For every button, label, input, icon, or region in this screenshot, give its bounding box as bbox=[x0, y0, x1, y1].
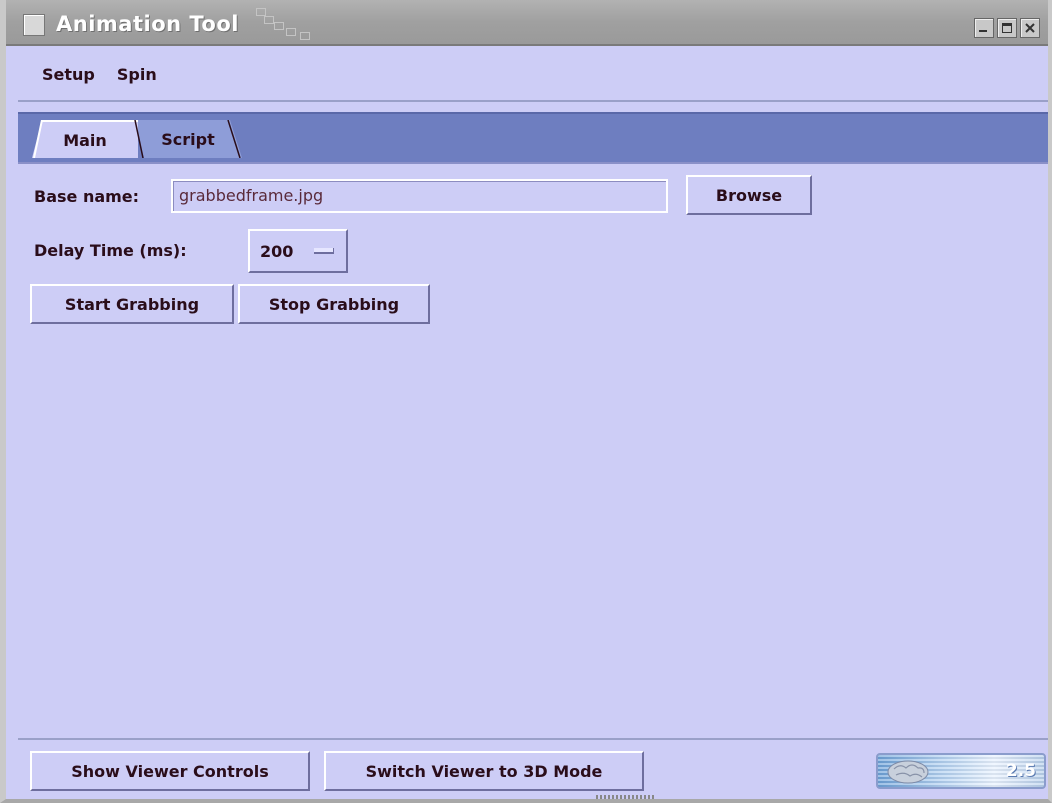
version-text: 2.5 bbox=[1005, 761, 1036, 781]
window-menu-icon[interactable] bbox=[23, 14, 45, 36]
delay-time-select[interactable]: 200 bbox=[248, 229, 348, 273]
start-grabbing-button[interactable]: Start Grabbing bbox=[30, 284, 234, 324]
tab-strip: Script Main bbox=[18, 112, 1048, 162]
window-title: Animation Tool bbox=[56, 12, 239, 36]
window-controls bbox=[974, 18, 1040, 38]
content-separator bbox=[18, 162, 1048, 164]
menu-setup[interactable]: Setup bbox=[42, 65, 95, 84]
close-icon[interactable] bbox=[1020, 18, 1040, 38]
option-indicator-icon bbox=[314, 248, 334, 254]
minimize-icon[interactable] bbox=[974, 18, 994, 38]
animation-tool-window: Animation Tool Setup Spin Script Main Ba… bbox=[0, 0, 1052, 803]
browse-button[interactable]: Browse bbox=[686, 175, 812, 215]
version-badge: 2.5 bbox=[876, 753, 1046, 789]
tab-divider bbox=[134, 120, 144, 158]
delay-time-label: Delay Time (ms): bbox=[34, 241, 187, 260]
maximize-icon[interactable] bbox=[997, 18, 1017, 38]
show-viewer-controls-button[interactable]: Show Viewer Controls bbox=[30, 751, 310, 791]
delay-time-value: 200 bbox=[260, 241, 294, 261]
stop-grabbing-button[interactable]: Stop Grabbing bbox=[238, 284, 430, 324]
menu-bar: Setup Spin bbox=[18, 48, 1048, 100]
footer-separator bbox=[18, 738, 1048, 740]
menu-spin[interactable]: Spin bbox=[117, 65, 157, 84]
brain-icon bbox=[887, 760, 929, 784]
tab-main[interactable]: Main bbox=[32, 120, 138, 158]
resize-grip[interactable] bbox=[596, 795, 656, 799]
title-bar[interactable]: Animation Tool bbox=[6, 0, 1048, 46]
base-name-input[interactable]: grabbedframe.jpg bbox=[171, 179, 668, 213]
tab-main-left-edge bbox=[33, 120, 43, 158]
base-name-label: Base name: bbox=[34, 187, 140, 206]
menu-separator bbox=[18, 100, 1048, 102]
tab-divider-right bbox=[227, 120, 241, 158]
switch-viewer-3d-button[interactable]: Switch Viewer to 3D Mode bbox=[324, 751, 644, 791]
